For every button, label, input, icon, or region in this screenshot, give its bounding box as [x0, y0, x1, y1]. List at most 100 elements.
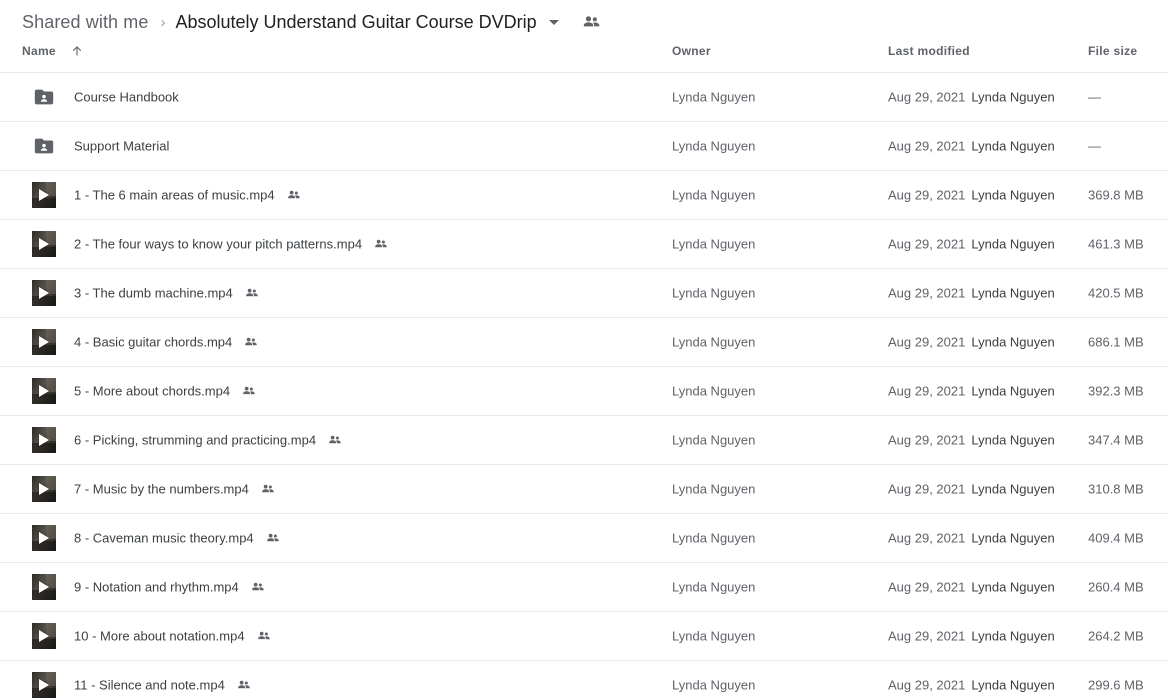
- file-owner: Lynda Nguyen: [672, 138, 756, 154]
- chevron-down-icon[interactable]: [548, 19, 559, 25]
- video-thumbnail-icon: [32, 623, 56, 649]
- shared-people-icon: [256, 629, 271, 644]
- file-last-modified: Aug 29, 2021 Lynda Nguyen: [888, 335, 1055, 350]
- file-owner: Lynda Nguyen: [672, 334, 756, 350]
- table-row[interactable]: Support Material Lynda Nguyen Aug 29, 2021…: [0, 122, 1168, 171]
- file-size: 369.8 MB: [1088, 187, 1144, 203]
- file-name[interactable]: 1 - The 6 main areas of music.mp4: [74, 188, 301, 203]
- file-name[interactable]: 2 - The four ways to know your pitch pat…: [74, 237, 388, 252]
- file-name-label: 4 - Basic guitar chords.mp4: [74, 334, 233, 350]
- video-thumbnail-icon: [32, 672, 56, 698]
- last-modified-by: Lynda Nguyen: [971, 334, 1055, 350]
- file-size: 260.4 MB: [1088, 579, 1144, 595]
- file-name[interactable]: Course Handbook: [74, 90, 179, 105]
- file-name[interactable]: 5 - More about chords.mp4: [74, 384, 256, 399]
- breadcrumb-current-folder[interactable]: Absolutely Understand Guitar Course DVDr…: [175, 12, 536, 33]
- file-last-modified: Aug 29, 2021 Lynda Nguyen: [888, 139, 1055, 154]
- table-row[interactable]: 8 - Caveman music theory.mp4 Lynda Nguyen…: [0, 514, 1168, 563]
- last-modified-by: Lynda Nguyen: [971, 481, 1055, 497]
- file-name-label: 6 - Picking, strumming and practicing.mp…: [74, 432, 317, 448]
- file-size: 299.6 MB: [1088, 677, 1144, 693]
- file-name-label: 1 - The 6 main areas of music.mp4: [74, 187, 275, 203]
- file-name-label: 8 - Caveman music theory.mp4: [74, 530, 254, 546]
- file-last-modified: Aug 29, 2021 Lynda Nguyen: [888, 286, 1055, 301]
- video-thumbnail-icon: [32, 182, 56, 208]
- file-owner: Lynda Nguyen: [672, 530, 756, 546]
- table-row[interactable]: 7 - Music by the numbers.mp4 Lynda Nguyen…: [0, 465, 1168, 514]
- file-size: —: [1088, 89, 1101, 105]
- file-last-modified: Aug 29, 2021 Lynda Nguyen: [888, 433, 1055, 448]
- file-owner: Lynda Nguyen: [672, 628, 756, 644]
- file-owner: Lynda Nguyen: [672, 677, 756, 693]
- shared-folder-icon: [32, 134, 56, 158]
- column-header-owner[interactable]: Owner: [672, 44, 711, 58]
- table-row[interactable]: 2 - The four ways to know your pitch pat…: [0, 220, 1168, 269]
- last-modified-by: Lynda Nguyen: [971, 579, 1055, 595]
- breadcrumb-root-link[interactable]: Shared with me: [22, 12, 148, 33]
- shared-people-icon: [373, 237, 388, 252]
- last-modified-date: Aug 29, 2021: [888, 236, 966, 252]
- file-name[interactable]: 7 - Music by the numbers.mp4: [74, 482, 275, 497]
- column-header-name[interactable]: Name: [22, 44, 84, 58]
- file-name[interactable]: 11 - Silence and note.mp4: [74, 678, 251, 693]
- shared-people-icon: [250, 580, 265, 595]
- file-last-modified: Aug 29, 2021 Lynda Nguyen: [888, 678, 1055, 693]
- file-name-label: 5 - More about chords.mp4: [74, 383, 231, 399]
- file-size: 347.4 MB: [1088, 432, 1144, 448]
- table-row[interactable]: 3 - The dumb machine.mp4 Lynda Nguyen Aug …: [0, 269, 1168, 318]
- column-header-file-size[interactable]: File size: [1088, 44, 1137, 58]
- file-owner: Lynda Nguyen: [672, 236, 756, 252]
- file-name[interactable]: 3 - The dumb machine.mp4: [74, 286, 259, 301]
- last-modified-by: Lynda Nguyen: [971, 138, 1055, 154]
- last-modified-date: Aug 29, 2021: [888, 579, 966, 595]
- file-name[interactable]: Support Material: [74, 139, 169, 154]
- table-row[interactable]: 5 - More about chords.mp4 Lynda Nguyen Aug…: [0, 367, 1168, 416]
- last-modified-by: Lynda Nguyen: [971, 236, 1055, 252]
- last-modified-date: Aug 29, 2021: [888, 530, 966, 546]
- table-row[interactable]: 4 - Basic guitar chords.mp4 Lynda Nguyen A…: [0, 318, 1168, 367]
- file-name[interactable]: 8 - Caveman music theory.mp4: [74, 531, 280, 546]
- file-name[interactable]: 4 - Basic guitar chords.mp4: [74, 335, 258, 350]
- video-thumbnail-icon: [32, 280, 56, 306]
- file-size: 310.8 MB: [1088, 481, 1144, 497]
- file-last-modified: Aug 29, 2021 Lynda Nguyen: [888, 580, 1055, 595]
- last-modified-date: Aug 29, 2021: [888, 432, 966, 448]
- file-size: 392.3 MB: [1088, 383, 1144, 399]
- table-row[interactable]: 11 - Silence and note.mp4 Lynda Nguyen Aug…: [0, 661, 1168, 700]
- last-modified-date: Aug 29, 2021: [888, 138, 966, 154]
- last-modified-date: Aug 29, 2021: [888, 677, 966, 693]
- table-row[interactable]: 1 - The 6 main areas of music.mp4 Lynda N…: [0, 171, 1168, 220]
- table-row[interactable]: 6 - Picking, strumming and practicing.mp…: [0, 416, 1168, 465]
- file-name[interactable]: 10 - More about notation.mp4: [74, 629, 271, 644]
- file-owner: Lynda Nguyen: [672, 187, 756, 203]
- shared-people-icon: [236, 678, 251, 693]
- file-name[interactable]: 9 - Notation and rhythm.mp4: [74, 580, 265, 595]
- file-last-modified: Aug 29, 2021 Lynda Nguyen: [888, 531, 1055, 546]
- column-header-last-modified[interactable]: Last modified: [888, 44, 970, 58]
- shared-people-icon: [241, 384, 256, 399]
- file-name-label: Course Handbook: [74, 89, 179, 105]
- file-name[interactable]: 6 - Picking, strumming and practicing.mp…: [74, 433, 342, 448]
- file-name-label: 10 - More about notation.mp4: [74, 628, 245, 644]
- shared-people-icon: [286, 188, 301, 203]
- file-last-modified: Aug 29, 2021 Lynda Nguyen: [888, 384, 1055, 399]
- last-modified-by: Lynda Nguyen: [971, 89, 1055, 105]
- last-modified-date: Aug 29, 2021: [888, 285, 966, 301]
- file-size: 409.4 MB: [1088, 530, 1144, 546]
- shared-people-icon: [265, 531, 280, 546]
- table-row[interactable]: 9 - Notation and rhythm.mp4 Lynda Nguyen A…: [0, 563, 1168, 612]
- last-modified-date: Aug 29, 2021: [888, 628, 966, 644]
- file-owner: Lynda Nguyen: [672, 432, 756, 448]
- shared-people-icon: [260, 482, 275, 497]
- table-row[interactable]: 10 - More about notation.mp4 Lynda Nguyen…: [0, 612, 1168, 661]
- file-last-modified: Aug 29, 2021 Lynda Nguyen: [888, 629, 1055, 644]
- drive-file-browser: Shared with me › Absolutely Understand G…: [0, 0, 1168, 700]
- people-icon[interactable]: [581, 12, 601, 32]
- arrow-up-icon[interactable]: [70, 44, 84, 58]
- file-name-label: 2 - The four ways to know your pitch pat…: [74, 236, 363, 252]
- shared-people-icon: [327, 433, 342, 448]
- video-thumbnail-icon: [32, 231, 56, 257]
- table-row[interactable]: Course Handbook Lynda Nguyen Aug 29, 2021 L…: [0, 73, 1168, 122]
- last-modified-date: Aug 29, 2021: [888, 89, 966, 105]
- breadcrumb-separator-icon: ›: [160, 13, 166, 31]
